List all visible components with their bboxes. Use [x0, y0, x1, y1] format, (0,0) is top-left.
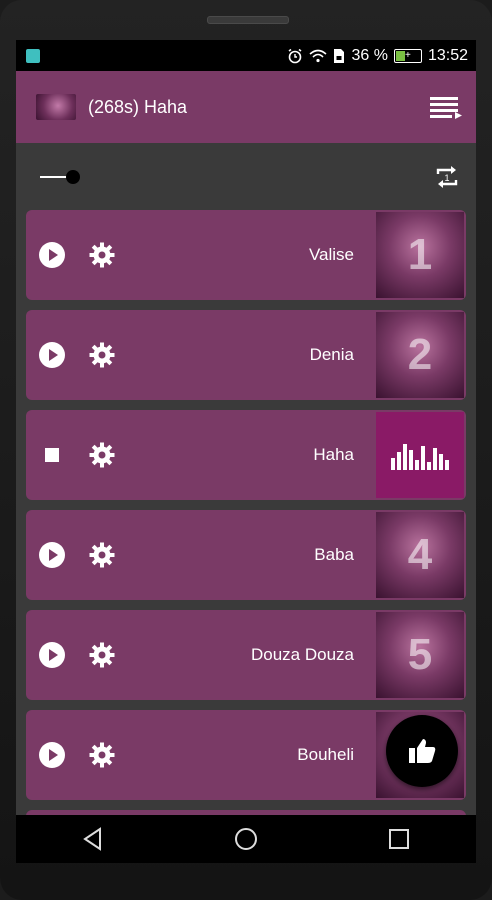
sim-icon — [334, 48, 345, 63]
track-title: Denia — [309, 345, 354, 364]
back-triangle-icon[interactable] — [80, 826, 106, 852]
play-icon[interactable] — [38, 341, 66, 369]
recents-square-icon[interactable] — [386, 826, 412, 852]
play-icon[interactable] — [38, 241, 66, 269]
phone-frame: 36 % + 13:52 (268s) Haha 1 Valise 1 Deni… — [0, 0, 492, 900]
system-navigation-bar — [16, 815, 476, 863]
now-playing-title: (268s) Haha — [88, 96, 188, 117]
track-row[interactable]: Denia 2 — [26, 310, 466, 400]
gear-icon[interactable] — [88, 741, 116, 769]
track-row-playing[interactable]: Haha — [26, 410, 466, 500]
gear-icon[interactable] — [88, 541, 116, 569]
equalizer-artwork — [376, 412, 464, 498]
track-artwork: 1 — [376, 212, 464, 298]
equalizer-icon — [391, 444, 449, 470]
track-number: 1 — [407, 230, 433, 279]
app-notification-icon — [26, 48, 40, 63]
player-controls: 1 — [16, 143, 476, 210]
track-title: Baba — [314, 545, 354, 564]
track-title: Douza Douza — [250, 645, 354, 664]
track-row[interactable]: Valise 1 — [26, 210, 466, 300]
wifi-icon — [309, 49, 328, 62]
play-icon[interactable] — [38, 641, 66, 669]
alarm-icon — [289, 48, 302, 63]
home-circle-icon[interactable] — [233, 826, 259, 852]
battery-percent: 36 % — [351, 46, 388, 64]
track-title: Haha — [313, 445, 354, 464]
clock: 13:52 — [427, 46, 468, 64]
gear-icon[interactable] — [88, 341, 116, 369]
svg-text:1: 1 — [444, 173, 449, 183]
gear-icon[interactable] — [88, 241, 116, 269]
status-bar: 36 % + 13:52 — [16, 40, 476, 71]
track-title: Bouheli — [297, 745, 354, 764]
toolbar: (268s) Haha — [16, 71, 476, 143]
track-artwork: 5 — [376, 612, 464, 698]
track-artwork: 4 — [376, 512, 464, 598]
track-title: Valise — [308, 245, 354, 264]
gear-icon[interactable] — [88, 641, 116, 669]
now-playing-thumbnail — [36, 94, 76, 120]
track-row[interactable]: Douza Douza 5 — [26, 610, 466, 700]
app-screen: 36 % + 13:52 (268s) Haha 1 Valise 1 Deni… — [16, 40, 476, 815]
earpiece-speaker — [207, 16, 289, 24]
track-number: 2 — [407, 330, 433, 379]
play-icon[interactable] — [38, 541, 66, 569]
like-fab[interactable] — [386, 715, 458, 787]
thumb-up-icon — [409, 739, 436, 763]
volume-slider-knob[interactable] — [66, 169, 80, 184]
stop-icon[interactable] — [38, 441, 66, 469]
play-icon[interactable] — [38, 741, 66, 769]
volume-slider[interactable] — [40, 167, 84, 187]
gear-icon[interactable] — [88, 441, 116, 469]
battery-icon: + — [393, 48, 422, 63]
track-row[interactable]: Baba 4 — [26, 510, 466, 600]
track-artwork: 2 — [376, 312, 464, 398]
track-number: 5 — [407, 630, 433, 679]
track-number: 4 — [407, 530, 433, 579]
repeat-one-icon[interactable]: 1 — [434, 164, 460, 190]
queue-music-icon[interactable] — [428, 94, 464, 120]
